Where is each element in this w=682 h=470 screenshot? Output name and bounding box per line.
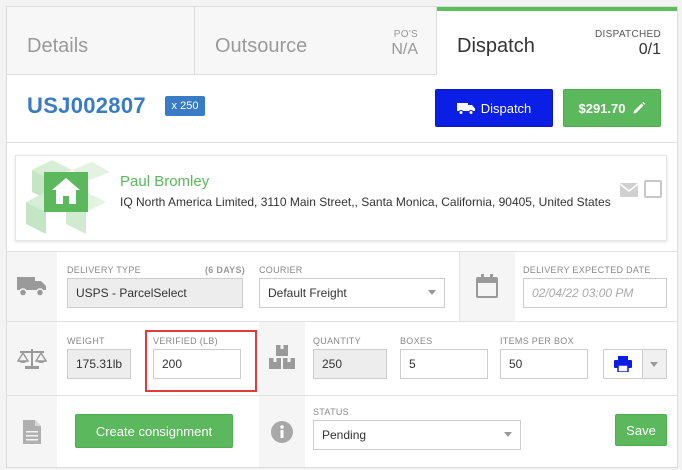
customer-card: Paul Bromley IQ North America Limited, 3… (15, 155, 667, 241)
expected-date-input[interactable]: 02/04/22 03:00 PM (523, 278, 667, 308)
create-consignment-label: Create consignment (95, 423, 213, 439)
delivery-type-label: DELIVERY TYPE (67, 265, 141, 275)
dispatch-button[interactable]: Dispatch (435, 89, 553, 127)
dispatched-value: 0/1 (638, 41, 661, 58)
weight-value: 175.31lb (76, 357, 123, 371)
price-value: $291.70 (578, 100, 626, 116)
quantity-value: 250 (322, 357, 343, 371)
delivery-days-label: (6 DAYS) (205, 265, 246, 275)
print-button[interactable] (603, 349, 643, 379)
chevron-down-icon (428, 290, 436, 295)
active-tab-indicator (437, 7, 677, 11)
boxes-value: 5 (409, 357, 416, 371)
delivery-type-field[interactable]: USPS - ParcelSelect (67, 278, 243, 308)
dispatch-button-label: Dispatch (480, 100, 532, 116)
printer-icon (614, 356, 632, 372)
info-icon (271, 421, 293, 443)
quantity-badge: x 250 (165, 96, 205, 116)
boxes-icon-cell (259, 321, 305, 395)
verified-weight-highlight (145, 330, 257, 392)
calendar-icon-cell (459, 251, 515, 321)
truck-icon (17, 277, 46, 297)
boxes-label: BOXES (400, 336, 433, 346)
dispatched-label: DISPATCHED (595, 29, 661, 40)
envelope-icon[interactable] (620, 183, 638, 197)
quantity-field[interactable]: 250 (313, 349, 387, 379)
document-icon (23, 420, 41, 444)
pencil-icon (633, 101, 645, 114)
email-checkbox[interactable] (644, 180, 662, 198)
status-select[interactable]: Pending (313, 420, 521, 450)
courier-label: COURIER (259, 265, 303, 275)
quantity-label: QUANTITY (313, 336, 361, 346)
create-consignment-button[interactable]: Create consignment (75, 414, 233, 448)
tab-dispatch-label: Dispatch (457, 35, 535, 57)
courier-select[interactable]: Default Freight (259, 278, 445, 308)
delivery-icon-cell (7, 251, 57, 321)
customer-address: IQ North America Limited, 3110 Main Stre… (120, 195, 611, 209)
pos-value: N/A (391, 41, 418, 58)
weight-field[interactable]: 175.31lb (67, 349, 131, 379)
print-options-toggle[interactable] (643, 349, 667, 379)
dispatch-panel: Details Outsource PO'S N/A Dispatch DISP… (6, 6, 678, 468)
status-label: STATUS (313, 407, 349, 417)
tab-outsource-label: Outsource (215, 35, 308, 57)
items-per-box-label: ITEMS PER BOX (500, 336, 574, 346)
tab-dispatch[interactable]: Dispatch DISPATCHED 0/1 (437, 7, 677, 75)
order-id: USJ002807 (27, 93, 146, 118)
customer-name: Paul Bromley (120, 173, 210, 190)
weight-label: WEIGHT (67, 336, 105, 346)
save-button-label: Save (626, 422, 656, 438)
tab-details-label: Details (27, 35, 89, 57)
tab-details[interactable]: Details (7, 7, 195, 75)
delivery-type-value: USPS - ParcelSelect (76, 286, 187, 300)
boxes-icon (269, 345, 295, 369)
expected-date-placeholder: 02/04/22 03:00 PM (532, 286, 634, 300)
items-per-box-input[interactable]: 50 (500, 349, 588, 379)
courier-value: Default Freight (268, 286, 347, 300)
chevron-down-icon (504, 432, 512, 437)
expected-date-label: DELIVERY EXPECTED DATE (523, 265, 651, 275)
scale-icon-cell (7, 321, 57, 395)
tab-outsource[interactable]: Outsource PO'S N/A (195, 7, 437, 75)
save-button[interactable]: Save (615, 414, 667, 446)
items-per-box-value: 50 (509, 357, 523, 371)
header-divider (7, 142, 677, 143)
edit-price-button[interactable]: $291.70 (563, 89, 661, 127)
chevron-down-icon (650, 362, 658, 367)
house-icon (26, 160, 110, 234)
truck-icon (456, 102, 475, 115)
calendar-icon (476, 274, 498, 298)
document-icon-cell (7, 395, 57, 467)
boxes-input[interactable]: 5 (400, 349, 488, 379)
status-value: Pending (322, 428, 367, 442)
pos-label: PO'S (393, 29, 418, 40)
scale-icon (17, 349, 47, 369)
info-icon-cell (259, 395, 305, 467)
